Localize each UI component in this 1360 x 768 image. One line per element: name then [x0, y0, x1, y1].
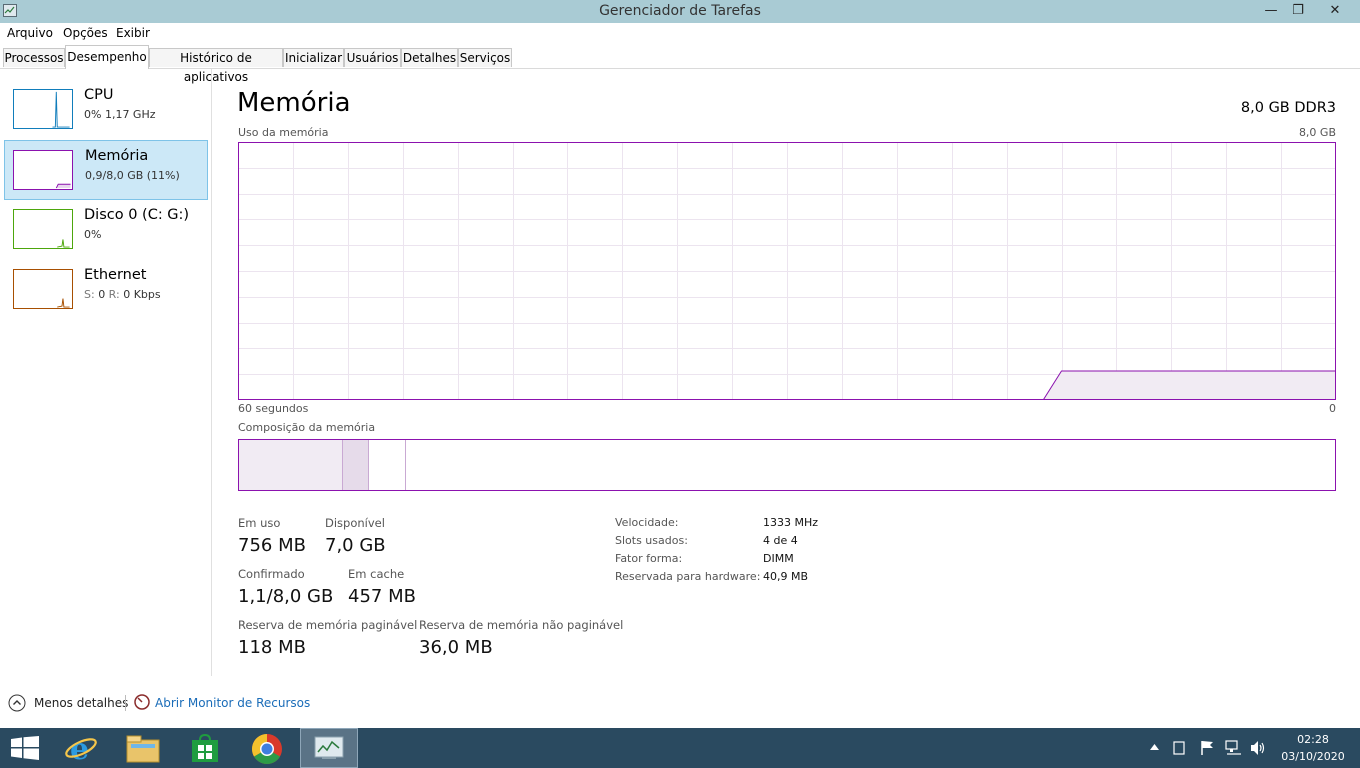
menu-opcoes[interactable]: Opções: [63, 26, 108, 40]
resource-cpu-detail: 0% 1,17 GHz: [84, 108, 156, 121]
disk-thumbnail-graph: [13, 209, 73, 249]
page-title: Memória: [237, 88, 351, 118]
resource-memory-name: Memória: [85, 148, 149, 164]
tab-processos[interactable]: Processos: [3, 48, 65, 67]
resource-memory-detail: 0,9/8,0 GB (11%): [85, 169, 180, 182]
ethernet-receive-label: R:: [105, 288, 124, 301]
memory-thumbnail-graph: [13, 150, 73, 190]
non-paged-pool-value: 36,0 MB: [419, 637, 493, 658]
slots-used-value: 4 de 4: [763, 534, 798, 547]
tablet-icon[interactable]: [1173, 741, 1185, 755]
tab-desempenho[interactable]: Desempenho: [65, 45, 149, 69]
form-factor-value: DIMM: [763, 552, 794, 565]
fewer-details-link[interactable]: Menos detalhes: [34, 696, 128, 710]
resource-cpu[interactable]: CPU 0% 1,17 GHz: [4, 80, 208, 140]
hardware-reserved-label: Reservada para hardware:: [615, 570, 761, 583]
maximize-button[interactable]: ❐: [1285, 0, 1311, 22]
ethernet-receive-value: 0 Kbps: [123, 288, 161, 301]
volume-icon[interactable]: [1250, 740, 1266, 756]
store-icon[interactable]: [190, 734, 220, 764]
non-paged-pool-label: Reserva de memória não paginável: [419, 618, 624, 632]
tray-clock-date[interactable]: 03/10/2020: [1277, 750, 1349, 763]
usage-graph-label: Uso da memória: [238, 126, 329, 139]
resource-ethernet-name: Ethernet: [84, 267, 147, 283]
network-icon[interactable]: [1225, 740, 1243, 756]
title-bar[interactable]: Gerenciador de Tarefas — ❐ ✕: [0, 0, 1360, 23]
cached-label: Em cache: [348, 567, 405, 581]
menu-exibir[interactable]: Exibir: [116, 26, 150, 40]
task-manager-taskbar-button[interactable]: [300, 728, 358, 768]
time-axis-start: 60 segundos: [238, 402, 309, 415]
tab-detalhes[interactable]: Detalhes: [401, 48, 458, 67]
time-axis-end: 0: [1329, 402, 1336, 415]
open-resource-monitor-link[interactable]: Abrir Monitor de Recursos: [155, 696, 310, 710]
memory-capacity: 8,0 GB DDR3: [1240, 100, 1336, 116]
tab-servicos[interactable]: Serviços: [458, 48, 512, 67]
resource-disk[interactable]: Disco 0 (C: G:) 0%: [4, 200, 208, 260]
chart-grid: [238, 142, 1336, 400]
svg-text:e: e: [70, 732, 89, 764]
taskbar: e 02:28 03/10/2020: [0, 728, 1360, 768]
tab-inicializar[interactable]: Inicializar: [283, 48, 344, 67]
committed-value: 1,1/8,0 GB: [238, 586, 334, 607]
tray-clock-time[interactable]: 02:28: [1280, 733, 1346, 746]
chrome-icon[interactable]: [251, 733, 283, 765]
memory-composition-bar: [238, 439, 1336, 491]
composition-label: Composição da memória: [238, 421, 376, 434]
resource-disk-name: Disco 0 (C: G:): [84, 207, 190, 223]
cached-value: 457 MB: [348, 586, 416, 607]
tray-overflow-icon[interactable]: [1150, 743, 1159, 751]
minimize-button[interactable]: —: [1258, 0, 1284, 22]
resource-memory[interactable]: Memória 0,9/8,0 GB (11%): [4, 140, 208, 200]
internet-explorer-icon[interactable]: e: [64, 732, 98, 764]
footer-divider: [125, 695, 126, 711]
paged-pool-value: 118 MB: [238, 637, 306, 658]
composition-in-use-segment: [239, 440, 343, 490]
chevron-up-icon[interactable]: [8, 694, 26, 712]
cpu-thumbnail-graph: [13, 89, 73, 129]
usage-graph-max: 8,0 GB: [1298, 126, 1336, 139]
menu-bar: Arquivo Opções Exibir: [0, 23, 1360, 44]
resource-list: CPU 0% 1,17 GHz Memória 0,9/8,0 GB (11%)…: [0, 69, 212, 676]
task-manager-icon: [314, 736, 344, 759]
resource-cpu-name: CPU: [84, 87, 114, 103]
paged-pool-label: Reserva de memória paginável: [238, 618, 418, 632]
speed-value: 1333 MHz: [763, 516, 819, 529]
available-value: 7,0 GB: [325, 535, 386, 556]
file-explorer-icon[interactable]: [126, 734, 160, 764]
committed-label: Confirmado: [238, 567, 305, 581]
tab-historico-aplicativos[interactable]: Histórico de aplicativos: [149, 48, 283, 84]
slots-used-label: Slots usados:: [615, 534, 688, 547]
composition-standby-segment: [369, 440, 406, 490]
form-factor-label: Fator forma:: [615, 552, 683, 565]
footer-bar: Menos detalhes Abrir Monitor de Recursos: [0, 690, 1360, 720]
in-use-label: Em uso: [238, 516, 281, 530]
menu-arquivo[interactable]: Arquivo: [7, 26, 53, 40]
resource-disk-detail: 0%: [84, 228, 102, 241]
ethernet-send-label: S:: [84, 288, 99, 301]
memory-usage-chart: [238, 142, 1336, 400]
hardware-reserved-value: 40,9 MB: [763, 570, 809, 583]
window-title: Gerenciador de Tarefas: [599, 3, 761, 19]
action-center-flag-icon[interactable]: [1200, 740, 1214, 756]
available-label: Disponível: [325, 516, 385, 530]
speed-label: Velocidade:: [615, 516, 679, 529]
resource-ethernet[interactable]: Ethernet S: 0 R: 0 Kbps: [4, 260, 208, 320]
ethernet-thumbnail-graph: [13, 269, 73, 309]
tab-usuarios[interactable]: Usuários: [344, 48, 401, 67]
tab-strip: Processos Desempenho Histórico de aplica…: [0, 45, 1360, 84]
resource-ethernet-detail: S: 0 R: 0 Kbps: [84, 288, 161, 301]
resource-monitor-icon[interactable]: [134, 694, 150, 710]
close-button[interactable]: ✕: [1322, 0, 1348, 22]
in-use-value: 756 MB: [238, 535, 306, 556]
start-icon[interactable]: [11, 736, 39, 760]
composition-modified-segment: [343, 440, 369, 490]
